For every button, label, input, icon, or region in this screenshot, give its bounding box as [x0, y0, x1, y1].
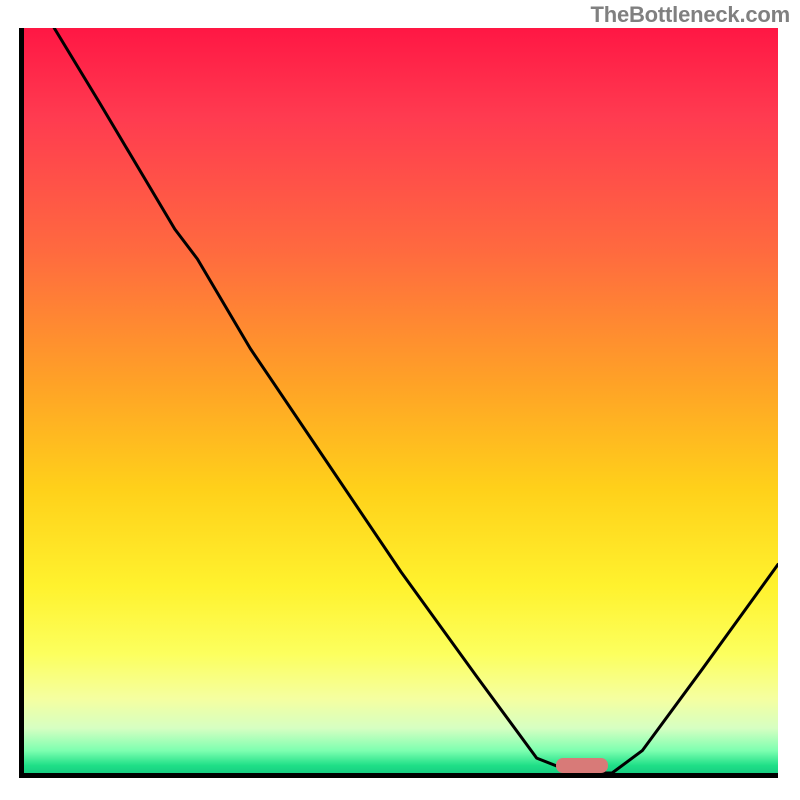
chart-container: TheBottleneck.com [0, 0, 800, 800]
optimal-range-marker [556, 758, 609, 773]
bottleneck-curve [54, 28, 778, 773]
plot-frame [19, 28, 778, 778]
watermark-label: TheBottleneck.com [590, 2, 790, 28]
curve-layer [24, 28, 778, 773]
